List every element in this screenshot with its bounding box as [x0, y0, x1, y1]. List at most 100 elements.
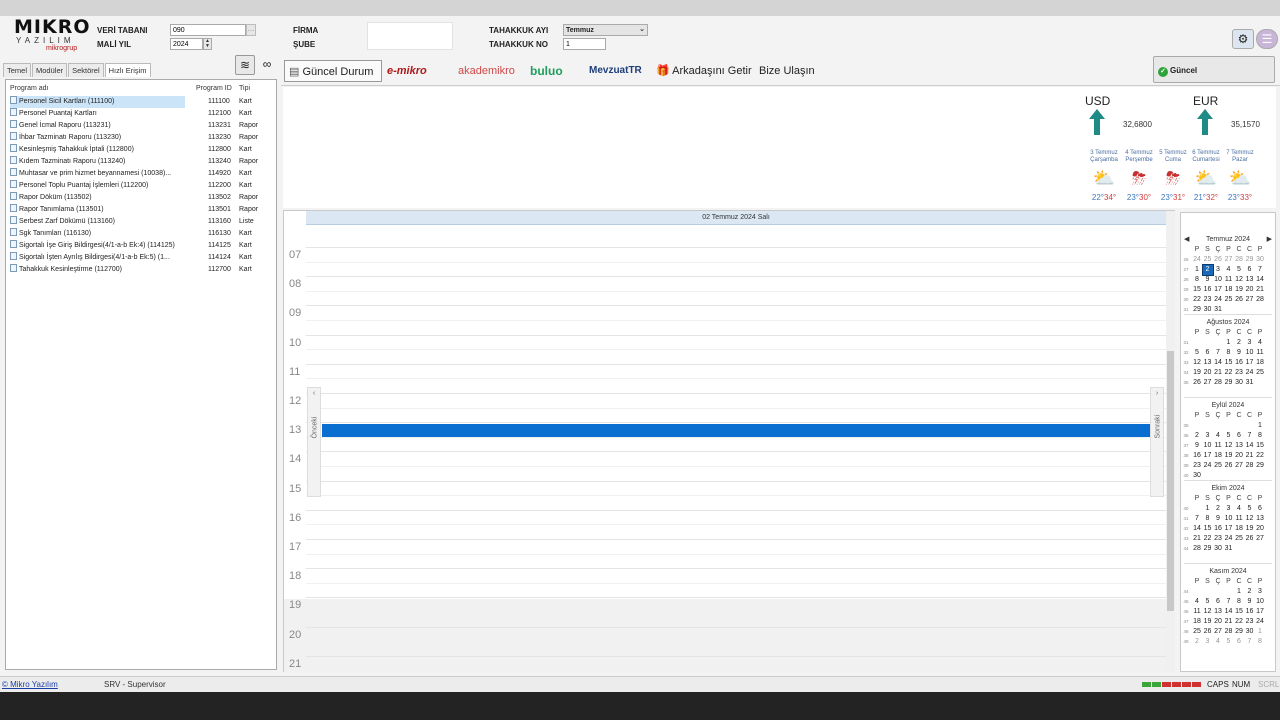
calendar-day[interactable]: 31 [1224, 544, 1234, 554]
calendar-day[interactable]: 22 [1234, 617, 1244, 627]
calendar-day[interactable]: 25 [1203, 255, 1213, 265]
calendar-day[interactable]: 5 [1203, 597, 1213, 607]
calendar-day[interactable]: 6 [1234, 431, 1244, 441]
tab-moduler[interactable]: Modüler [32, 63, 68, 77]
tab-sektorel[interactable]: Sektörel [68, 63, 104, 77]
calendar-day[interactable]: 14 [1192, 524, 1202, 534]
calendar-day[interactable]: 19 [1245, 524, 1255, 534]
calendar-day[interactable]: 14 [1213, 358, 1223, 368]
calendar-day[interactable]: 5 [1192, 348, 1202, 358]
calendar-day[interactable]: 27 [1245, 295, 1255, 305]
calendar-day[interactable]: 28 [1192, 544, 1202, 554]
calendar-day[interactable]: 17 [1224, 524, 1234, 534]
calendar-day[interactable]: 16 [1245, 607, 1255, 617]
col-tipi[interactable]: Tipi [239, 83, 250, 95]
mali-yil-input[interactable]: 2024 [170, 38, 203, 50]
bize-ulasin-link[interactable]: Bize Ulaşın [759, 60, 815, 82]
mevzuat-link[interactable]: MevzuatTR [589, 60, 642, 82]
calendar-day[interactable]: 15 [1192, 285, 1202, 295]
calendar-day[interactable]: 9 [1192, 441, 1202, 451]
calendar-day[interactable]: 18 [1192, 617, 1202, 627]
calendar-day[interactable]: 12 [1245, 514, 1255, 524]
calendar-day[interactable]: 24 [1255, 617, 1265, 627]
calendar-day[interactable]: 25 [1234, 534, 1244, 544]
calendar-day[interactable]: 10 [1203, 441, 1213, 451]
layers-icon[interactable]: ≋ [235, 55, 255, 75]
calendar-day[interactable]: 13 [1213, 607, 1223, 617]
calendar-day[interactable]: 2 [1213, 504, 1223, 514]
akademikro-link[interactable]: akademikro [458, 60, 515, 82]
calendar-day[interactable]: 19 [1203, 617, 1213, 627]
calendar-day[interactable]: 3 [1255, 587, 1265, 597]
table-row[interactable]: Muhtasar ve prim hizmet beyannamesi (100… [6, 168, 276, 180]
calendar-day[interactable]: 9 [1245, 597, 1255, 607]
guncel-durum-button[interactable]: ▤ Güncel Durum [284, 60, 382, 82]
calendar-day[interactable]: 17 [1213, 285, 1223, 295]
calendar-day[interactable]: 20 [1234, 451, 1244, 461]
day-calendar[interactable]: 02 Temmuz 2024 Salı 07 08 09 10 11 12 13 14 15 16… [283, 210, 1175, 672]
table-row[interactable]: Serbest Zarf Dökümü (113160) 113160 Liste [6, 216, 276, 228]
calendar-day[interactable]: 24 [1203, 461, 1213, 471]
calendar-day[interactable]: 30 [1255, 255, 1265, 265]
calendar-day[interactable]: 11 [1192, 607, 1202, 617]
col-program-id[interactable]: Program ID [196, 83, 232, 95]
calendar-day[interactable]: 28 [1245, 461, 1255, 471]
calendar-day[interactable]: 25 [1192, 627, 1202, 637]
update-status-button[interactable]: ✓Güncel Sürümdesiniz(16.34b) [1153, 56, 1275, 102]
calendar-day[interactable]: 11 [1213, 441, 1223, 451]
table-row[interactable]: Tahakkuk Kesinleştirme (112700) 112700 Kar… [6, 264, 276, 276]
calendar-day[interactable]: 29 [1203, 544, 1213, 554]
emikro-link[interactable]: e-mikro [387, 60, 427, 82]
calendar-day[interactable]: 30 [1213, 544, 1223, 554]
table-row[interactable]: Sigortalı İşten Ayrılış Bildirgesi(4/1-a… [6, 252, 276, 264]
buluo-link[interactable]: buluo [530, 60, 563, 82]
mali-yil-stepper[interactable]: ▲ ▼ [203, 38, 212, 50]
calendar-day[interactable]: 16 [1203, 285, 1213, 295]
table-row[interactable]: Kesinleşmiş Tahakkuk İptali (112800) 1128… [6, 144, 276, 156]
calendar-day[interactable]: 11 [1234, 514, 1244, 524]
calendar-day[interactable]: 7 [1224, 597, 1234, 607]
calendar-day[interactable]: 29 [1245, 255, 1255, 265]
calendar-day[interactable]: 6 [1213, 597, 1223, 607]
calendar-day[interactable]: 19 [1234, 285, 1244, 295]
calendar-day[interactable]: 22 [1192, 295, 1202, 305]
tahakkuk-no-input[interactable]: 1 [563, 38, 606, 50]
calendar-day[interactable]: 8 [1203, 514, 1213, 524]
calendar-day[interactable]: 3 [1245, 338, 1255, 348]
calendar-day[interactable]: 26 [1192, 378, 1202, 388]
calendar-day[interactable]: 18 [1255, 358, 1265, 368]
calendar-day[interactable]: 2 [1201, 264, 1214, 276]
calendar-day[interactable]: 17 [1203, 451, 1213, 461]
calendar-day[interactable]: 25 [1224, 295, 1234, 305]
calendar-day[interactable]: 8 [1234, 597, 1244, 607]
veri-tabani-browse-button[interactable]: … [246, 24, 256, 36]
calendar-day[interactable]: 13 [1255, 514, 1265, 524]
calendar-event[interactable] [322, 424, 1150, 437]
calendar-day[interactable]: 5 [1234, 265, 1244, 275]
calendar-day[interactable]: 4 [1213, 431, 1223, 441]
calendar-day[interactable]: 20 [1203, 368, 1213, 378]
table-row[interactable]: Sigortalı İşe Giriş Bildirgesi(4/1-a-b E… [6, 240, 276, 252]
calendar-day[interactable]: 16 [1192, 451, 1202, 461]
calendar-day[interactable]: 14 [1224, 607, 1234, 617]
calendar-day[interactable]: 28 [1255, 295, 1265, 305]
table-row[interactable]: Rapor Döküm (113502) 113502 Rapor [6, 192, 276, 204]
col-program-adi[interactable]: Program adı [10, 83, 185, 95]
calendar-day[interactable]: 29 [1224, 378, 1234, 388]
calendar-day[interactable]: 28 [1213, 378, 1223, 388]
calendar-day[interactable]: 25 [1213, 461, 1223, 471]
calendar-day[interactable]: 13 [1245, 275, 1255, 285]
calendar-day[interactable]: 8 [1255, 431, 1265, 441]
calendar-day[interactable]: 7 [1255, 265, 1265, 275]
calendar-day[interactable]: 5 [1224, 637, 1234, 647]
calendar-day[interactable]: 8 [1255, 637, 1265, 647]
calendar-day[interactable]: 15 [1255, 441, 1265, 451]
calendar-day[interactable]: 27 [1203, 378, 1213, 388]
calendar-day[interactable]: 25 [1255, 368, 1265, 378]
calendar-day[interactable]: 16 [1234, 358, 1244, 368]
calendar-day[interactable]: 18 [1234, 524, 1244, 534]
calendar-day[interactable]: 2 [1234, 338, 1244, 348]
calendar-day[interactable]: 23 [1245, 617, 1255, 627]
calendar-day[interactable]: 28 [1224, 627, 1234, 637]
calendar-day[interactable]: 16 [1213, 524, 1223, 534]
